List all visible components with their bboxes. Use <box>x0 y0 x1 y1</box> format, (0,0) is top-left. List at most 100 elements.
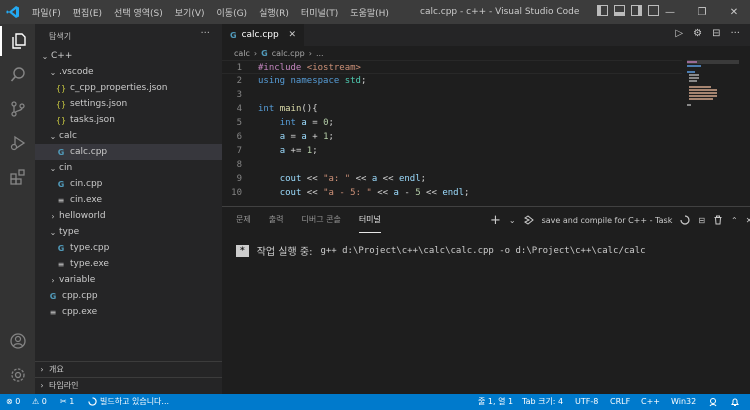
editor-scrollbar[interactable] <box>742 60 750 206</box>
minimize-button[interactable]: — <box>654 0 686 24</box>
menu-go[interactable]: 이동(G) <box>211 6 254 19</box>
split-editor-icon[interactable]: ⊟ <box>712 28 720 39</box>
code-line[interactable]: 1 #include <iostream> <box>222 60 682 74</box>
toggle-secondary-sidebar-icon[interactable] <box>631 5 642 16</box>
tree-folder[interactable]: ⌄ C++ <box>35 48 222 64</box>
code-token: <iostream> <box>306 63 361 73</box>
tab-debug-console[interactable]: 디버그 콘솔 <box>301 207 340 233</box>
new-terminal-icon[interactable]: + <box>490 213 501 228</box>
tree-item-label: calc <box>59 131 77 141</box>
code-line[interactable]: 5 int a = 0; <box>222 116 682 130</box>
tree-file[interactable]: Gcin.cpp <box>35 176 222 192</box>
chevron-right-icon: › <box>253 48 258 58</box>
terminal-task-label: 작업 실행 중: <box>256 247 313 258</box>
code-line[interactable]: 2 using namespace std; <box>222 74 682 88</box>
toggle-sidebar-icon[interactable] <box>597 5 608 16</box>
terminal-output[interactable]: * 작업 실행 중: g++ d:\Project\c++\calc\calc.… <box>236 243 646 258</box>
tab-problems[interactable]: 문제 <box>236 207 251 233</box>
menu-edit[interactable]: 편집(E) <box>67 6 108 19</box>
code-token: (){ <box>301 104 318 114</box>
debug-settings-icon[interactable]: ⚙ <box>693 28 702 39</box>
tree-item-label: c_cpp_properties.json <box>70 83 168 93</box>
code-line[interactable]: 3 <box>222 88 682 102</box>
tree-folder[interactable]: ⌄ .vscode <box>35 64 222 80</box>
code-editor[interactable]: 1 #include <iostream> 2 using namespace std… <box>222 60 682 206</box>
code-line[interactable]: 4 int main(){ <box>222 102 682 116</box>
language-status[interactable]: C++ <box>641 394 660 410</box>
code-line[interactable]: 6 a = a + 1; <box>222 130 682 144</box>
tree-file[interactable]: ≡ type.exe <box>35 256 222 272</box>
breadcrumb-symbol[interactable]: ... <box>316 49 324 58</box>
tab-calc-cpp[interactable]: G calc.cpp ✕ <box>222 24 304 46</box>
close-panel-icon[interactable]: ✕ <box>746 216 750 225</box>
code-line[interactable]: 9 cout << "a: " << a << endl; <box>222 172 682 186</box>
tree-item-label: cpp.cpp <box>62 291 98 301</box>
explorer-button[interactable] <box>0 26 35 56</box>
feedback-icon[interactable] <box>708 394 718 410</box>
menu-help[interactable]: 도움말(H) <box>344 6 395 19</box>
line-number: 10 <box>231 188 242 198</box>
toggle-panel-icon[interactable] <box>614 5 625 16</box>
breadcrumb-file[interactable]: calc.cpp <box>272 49 305 58</box>
restore-button[interactable]: ❐ <box>686 0 718 24</box>
eol-status[interactable]: CRLF <box>610 394 630 410</box>
errors-status[interactable]: ⊗ 0 <box>6 394 20 410</box>
code-line[interactable]: 10 cout << "a - 5: " << a - 5 << endl; <box>222 186 682 200</box>
more-actions-icon[interactable]: ··· <box>200 28 210 39</box>
menu-selection[interactable]: 선택 영역(S) <box>108 6 169 19</box>
tree-file[interactable]: Gtype.cpp <box>35 240 222 256</box>
tree-folder[interactable]: ⌄ type <box>35 224 222 240</box>
run-debug-icon <box>10 135 25 151</box>
maximize-panel-icon[interactable]: ⌃ <box>731 216 738 225</box>
search-button[interactable] <box>0 60 35 90</box>
chevron-down-icon[interactable]: ⌄ <box>509 216 516 225</box>
notifications-bell-icon[interactable] <box>730 394 740 410</box>
tree-file[interactable]: ≡ cin.exe <box>35 192 222 208</box>
tree-folder[interactable]: ⌄ calc <box>35 128 222 144</box>
extensions-button[interactable] <box>0 162 35 192</box>
tree-file[interactable]: Gcalc.cpp <box>35 144 222 160</box>
code-line[interactable]: 7 a += 1; <box>222 144 682 158</box>
close-window-button[interactable]: ✕ <box>718 0 750 24</box>
run-code-icon[interactable]: ▷ <box>675 28 683 39</box>
outline-section[interactable]: › 개요 <box>35 361 222 377</box>
warnings-status[interactable]: ⚠ 0 <box>32 394 47 410</box>
trash-icon[interactable] <box>713 215 723 227</box>
account-button[interactable] <box>0 326 35 356</box>
source-control-button[interactable] <box>0 94 35 124</box>
breadcrumb-folder[interactable]: calc <box>234 49 250 58</box>
tools-status[interactable]: ✂ 1 <box>60 394 74 410</box>
build-status[interactable]: 빌드하고 있습니다... <box>100 394 169 410</box>
chevron-right-icon: › <box>51 211 55 221</box>
terminal-task-selector[interactable]: save and compile for C++ - Task <box>542 216 673 225</box>
tree-file[interactable]: Gcpp.cpp <box>35 288 222 304</box>
tree-folder[interactable]: › helloworld <box>35 208 222 224</box>
code-line[interactable]: 8 <box>222 158 682 172</box>
menu-file[interactable]: 파일(F) <box>26 6 67 19</box>
tree-file[interactable]: {} tasks.json <box>35 112 222 128</box>
tab-output[interactable]: 출력 <box>269 207 284 233</box>
tree-file[interactable]: ≡ cpp.exe <box>35 304 222 320</box>
tree-folder[interactable]: › variable <box>35 272 222 288</box>
menu-view[interactable]: 보기(V) <box>169 6 211 19</box>
source-control-icon <box>10 101 25 117</box>
tree-file[interactable]: {} settings.json <box>35 96 222 112</box>
run-debug-button[interactable] <box>0 128 35 158</box>
tree-folder[interactable]: ⌄ cin <box>35 160 222 176</box>
encoding-status[interactable]: UTF-8 <box>575 394 598 410</box>
tab-terminal[interactable]: 터미널 <box>358 207 381 233</box>
cursor-position-status[interactable]: 줄 1, 열 1 <box>478 394 513 410</box>
menu-run[interactable]: 실행(R) <box>253 6 295 19</box>
minimap[interactable] <box>687 60 739 110</box>
tab-size-status[interactable]: Tab 크기: 4 <box>522 394 563 410</box>
timeline-section[interactable]: › 타임라인 <box>35 377 222 393</box>
tree-file[interactable]: {} c_cpp_properties.json <box>35 80 222 96</box>
menu-terminal[interactable]: 터미널(T) <box>295 6 344 19</box>
split-terminal-icon[interactable]: ⊟ <box>698 216 705 225</box>
exe-file-icon: ≡ <box>57 259 65 269</box>
more-actions-icon[interactable]: ··· <box>730 28 740 39</box>
close-tab-icon[interactable]: ✕ <box>288 30 296 40</box>
platform-status[interactable]: Win32 <box>671 394 696 410</box>
manage-button[interactable] <box>0 360 35 390</box>
